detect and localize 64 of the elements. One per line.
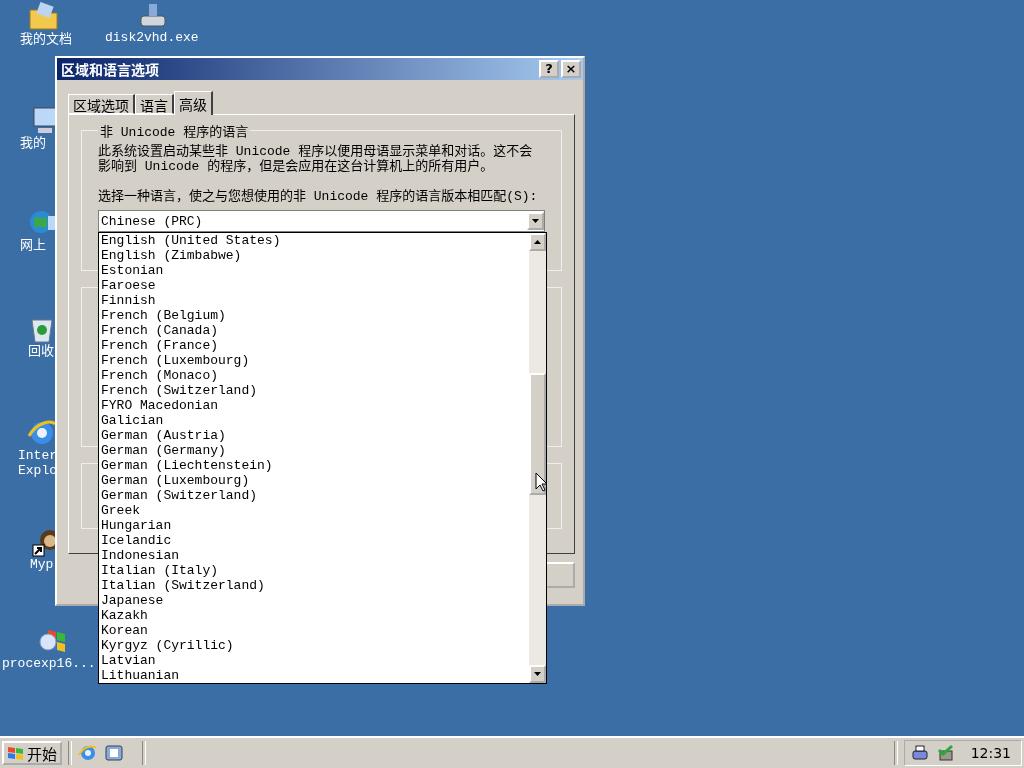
list-option[interactable]: Finnish [101,293,529,308]
up-arrow-icon [534,240,541,244]
list-option[interactable]: German (Switzerland) [101,488,529,503]
list-option[interactable]: French (Monaco) [101,368,529,383]
prompt-text: 选择一种语言，使之与您想使用的非 Unicode 程序的语言版本相匹配(S): [98,189,539,204]
list-option[interactable]: German (Austria) [101,428,529,443]
dropdown-button[interactable] [527,212,544,230]
list-option[interactable]: FYRO Macedonian [101,398,529,413]
list-option[interactable]: Faroese [101,278,529,293]
list-option[interactable]: Galician [101,413,529,428]
description-text: 此系统设置启动某些非 Unicode 程序以便用母语显示菜单和对话。这不会影响到 Unicode 的程序，但是会应用在这台计算机上的所有用户。 [98,144,534,174]
language-dropdown[interactable]: Chinese (PRC) [98,210,545,232]
network-status-icon[interactable] [936,744,955,762]
list-option[interactable]: German (Liechtenstein) [101,458,529,473]
list-option[interactable]: English (United States) [101,233,529,248]
list-option[interactable]: German (Luxembourg) [101,473,529,488]
clock: 12:31 [970,745,1011,761]
icon-label[interactable]: 回收 [28,344,54,359]
down-arrow-icon [534,672,541,676]
icon-label[interactable]: 我的 [20,136,46,151]
tab[interactable]: 高级 [174,91,213,115]
scrollbar[interactable] [529,233,546,683]
list-option[interactable]: Japanese [101,593,529,608]
list-option[interactable]: Kazakh [101,608,529,623]
icon-label[interactable]: Inter [18,448,57,463]
scroll-down-button[interactable] [529,665,546,683]
list-option[interactable]: Greek [101,503,529,518]
icon-label[interactable]: 网上 [20,238,46,253]
list-option[interactable]: Estonian [101,263,529,278]
list-option[interactable]: Indonesian [101,548,529,563]
list-option[interactable]: French (Belgium) [101,308,529,323]
list-option[interactable]: French (Switzerland) [101,383,529,398]
tab[interactable]: 区域选项 [68,94,135,114]
start-button[interactable]: 开始 [2,741,62,765]
desktop-shortcut-icon[interactable] [104,743,124,763]
down-arrow-icon [532,219,539,223]
icon-label[interactable]: Myp [30,557,54,572]
list-option[interactable]: French (Luxembourg) [101,353,529,368]
browser-icon[interactable] [78,743,98,763]
help-button[interactable]: ? [539,60,559,78]
scroll-up-button[interactable] [529,233,546,251]
list-option[interactable]: Lithuanian [101,668,529,683]
list-option[interactable]: Italian (Switzerland) [101,578,529,593]
tab[interactable]: 语言 [135,94,174,114]
list-option[interactable]: German (Germany) [101,443,529,458]
list-option[interactable]: Korean [101,623,529,638]
list-option[interactable]: Italian (Italy) [101,563,529,578]
icon-label[interactable]: procexp16... [2,656,96,671]
list-option[interactable]: Latvian [101,653,529,668]
list-option[interactable]: French (Canada) [101,323,529,338]
list-option[interactable]: Kyrgyz (Cyrillic) [101,638,529,653]
close-button[interactable]: × [561,60,581,78]
group-title: 非 Unicode 程序的语言 [99,124,250,140]
installer-icon[interactable] [137,2,169,30]
list-option[interactable]: French (France) [101,338,529,353]
list-option[interactable]: Icelandic [101,533,529,548]
printer-icon[interactable] [910,744,929,762]
window-title: 区域和语言选项 [61,59,159,79]
icon-label[interactable]: 我的文档 [20,32,72,47]
folder-icon[interactable] [28,2,60,32]
icon-label[interactable]: disk2vhd.exe [105,30,199,45]
list-option[interactable]: English (Zimbabwe) [101,248,529,263]
list-option[interactable]: Hungarian [101,518,529,533]
windows-logo-icon [7,745,25,761]
